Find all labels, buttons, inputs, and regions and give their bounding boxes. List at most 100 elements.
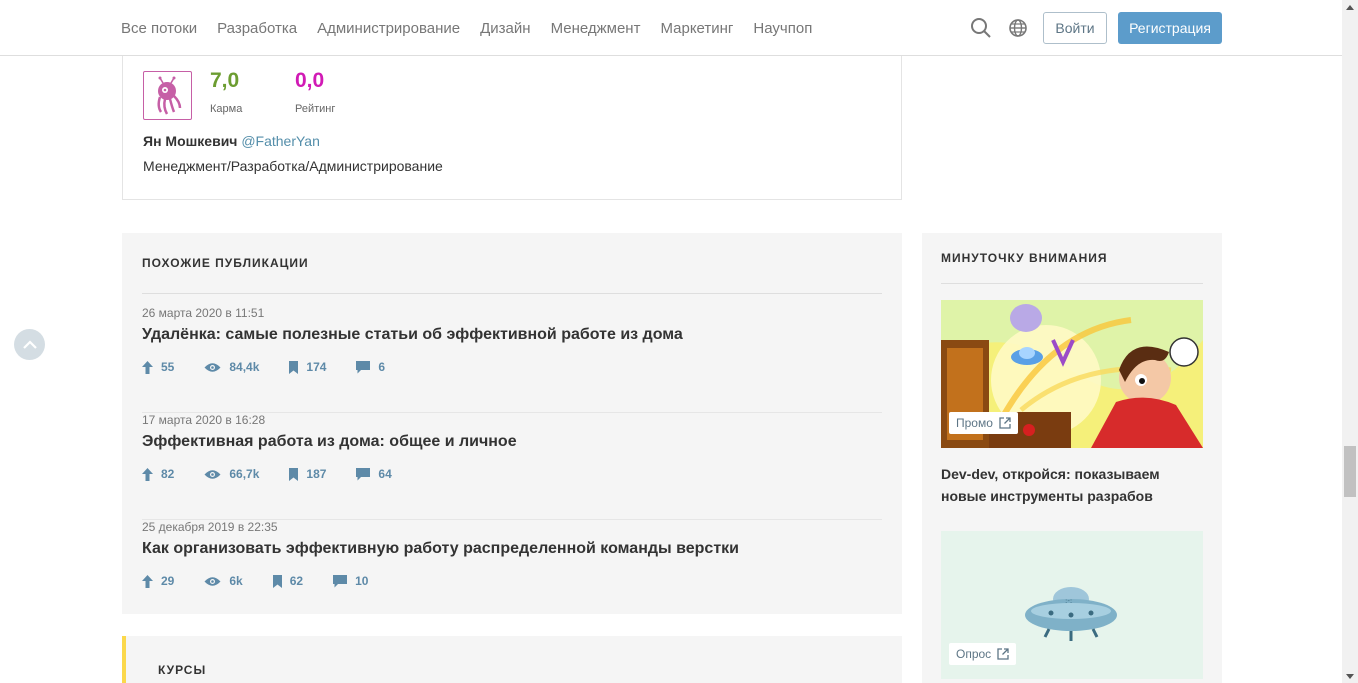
post-date: 26 марта 2020 в 11:51 bbox=[142, 306, 265, 320]
chevron-up-icon bbox=[22, 340, 37, 349]
list-item: 26 марта 2020 в 11:51 Удалёнка: самые по… bbox=[142, 306, 882, 413]
divider bbox=[941, 283, 1203, 284]
section-title: Курсы bbox=[158, 663, 207, 677]
arrow-up-icon bbox=[142, 360, 153, 374]
section-title: Похожие публикации bbox=[142, 256, 309, 270]
post-title[interactable]: Удалёнка: самые полезные статьи об эффек… bbox=[142, 326, 683, 344]
views-count: 84,4k bbox=[229, 360, 260, 374]
author-specialization: Менеджмент/Разработка/Администрирование bbox=[143, 158, 443, 174]
votes-count: 55 bbox=[161, 360, 175, 374]
karma-stat: 7,0 Карма bbox=[210, 69, 242, 115]
nav-link-development[interactable]: Разработка bbox=[217, 20, 297, 37]
votes-count: 29 bbox=[161, 574, 175, 588]
votes: 82 bbox=[142, 467, 174, 481]
bookmarks[interactable]: 174 bbox=[289, 360, 326, 374]
bookmark-icon bbox=[289, 467, 299, 481]
nav-link-popsci[interactable]: Научпоп bbox=[753, 20, 812, 37]
list-item: 17 марта 2020 в 16:28 Эффективная работа… bbox=[142, 413, 882, 520]
avatar[interactable] bbox=[143, 71, 192, 120]
comments[interactable]: 6 bbox=[356, 360, 385, 374]
nav-link-design[interactable]: Дизайн bbox=[480, 20, 530, 37]
globe-icon[interactable] bbox=[1007, 17, 1029, 39]
bookmarks-count: 187 bbox=[306, 467, 327, 481]
scroll-down-arrow[interactable] bbox=[1342, 669, 1358, 683]
sidebar-attention: Минуточку внимания bbox=[922, 233, 1222, 683]
top-navigation: Все потоки Разработка Администрирование … bbox=[0, 0, 1342, 56]
external-link-icon bbox=[997, 648, 1009, 660]
comments[interactable]: 64 bbox=[356, 467, 392, 481]
poll-badge[interactable]: Опрос bbox=[949, 643, 1017, 665]
nav-link-all[interactable]: Все потоки bbox=[121, 20, 197, 37]
author-card: 7,0 Карма 0,0 Рейтинг Ян Мошкевич @Fathe… bbox=[122, 56, 902, 200]
section-title: Минуточку внимания bbox=[941, 251, 1108, 265]
courses-section: Курсы bbox=[122, 636, 902, 683]
similar-publications: Похожие публикации 26 марта 2020 в 11:51… bbox=[122, 233, 902, 614]
scroll-up-arrow[interactable] bbox=[1342, 0, 1358, 14]
views-count: 6k bbox=[229, 574, 243, 588]
post-title[interactable]: Как организовать эффективную работу расп… bbox=[142, 540, 739, 558]
scrollbar[interactable] bbox=[1342, 0, 1358, 683]
page: Все потоки Разработка Администрирование … bbox=[0, 0, 1358, 683]
nav-link-management[interactable]: Менеджмент bbox=[551, 20, 641, 37]
list-item: 25 декабря 2019 в 22:35 Как организовать… bbox=[142, 520, 882, 627]
promo-badge[interactable]: Промо bbox=[949, 412, 1018, 434]
nav-link-marketing[interactable]: Маркетинг bbox=[660, 20, 733, 37]
promo-title[interactable]: Dev-dev, откройся: показываем новые инст… bbox=[941, 463, 1203, 507]
rating-label: Рейтинг bbox=[295, 103, 336, 115]
poll-badge-label: Опрос bbox=[956, 647, 992, 661]
register-button[interactable]: Регистрация bbox=[1118, 12, 1222, 44]
votes-count: 82 bbox=[161, 467, 175, 481]
login-button[interactable]: Войти bbox=[1043, 12, 1107, 44]
post-date: 17 марта 2020 в 16:28 bbox=[142, 413, 266, 427]
karma-value: 7,0 bbox=[210, 69, 240, 92]
author-name[interactable]: Ян Мошкевич bbox=[143, 133, 237, 149]
votes: 29 bbox=[142, 574, 174, 588]
bookmarks[interactable]: 187 bbox=[289, 467, 326, 481]
comments-count: 10 bbox=[355, 574, 369, 588]
post-meta: 55 84,4k 174 6 bbox=[142, 360, 415, 374]
eye-icon bbox=[204, 469, 221, 479]
eye-icon bbox=[204, 576, 221, 586]
arrow-up-icon bbox=[142, 574, 153, 588]
comments-count: 6 bbox=[378, 360, 386, 374]
scroll-to-top-button[interactable] bbox=[14, 329, 45, 360]
author-name-line: Ян Мошкевич @FatherYan bbox=[143, 133, 320, 149]
triangle-up-icon bbox=[1346, 4, 1354, 10]
comment-icon bbox=[333, 574, 348, 587]
comment-icon bbox=[356, 360, 371, 373]
bookmarks[interactable]: 62 bbox=[272, 574, 304, 588]
views: 6k bbox=[204, 574, 243, 588]
promo-image[interactable]: Промо bbox=[941, 300, 1203, 448]
karma-label: Карма bbox=[210, 103, 243, 115]
triangle-down-icon bbox=[1346, 673, 1354, 679]
poll-image[interactable]: :-: Опрос bbox=[941, 531, 1203, 679]
octopus-avatar-icon bbox=[156, 76, 181, 115]
post-meta: 82 66,7k 187 64 bbox=[142, 467, 422, 481]
bookmark-icon bbox=[272, 574, 282, 588]
svg-text::-:: :-: bbox=[1065, 597, 1072, 605]
post-title[interactable]: Эффективная работа из дома: общее и личн… bbox=[142, 433, 517, 451]
comments[interactable]: 10 bbox=[333, 574, 368, 588]
eye-icon bbox=[204, 362, 221, 372]
nav-link-administration[interactable]: Администрирование bbox=[317, 20, 460, 37]
nav-links: Все потоки Разработка Администрирование … bbox=[121, 0, 832, 56]
rating-value: 0,0 bbox=[295, 69, 325, 92]
scrollbar-thumb[interactable] bbox=[1344, 446, 1356, 497]
post-meta: 29 6k 62 10 bbox=[142, 574, 398, 588]
views: 66,7k bbox=[204, 467, 259, 481]
votes: 55 bbox=[142, 360, 174, 374]
views-count: 66,7k bbox=[229, 467, 260, 481]
bookmarks-count: 174 bbox=[306, 360, 327, 374]
promo-badge-label: Промо bbox=[956, 416, 993, 430]
search-icon[interactable] bbox=[970, 17, 992, 39]
comment-icon bbox=[356, 467, 371, 480]
comments-count: 64 bbox=[378, 467, 392, 481]
bookmarks-count: 62 bbox=[289, 574, 304, 588]
external-link-icon bbox=[999, 417, 1011, 429]
arrow-up-icon bbox=[142, 467, 153, 481]
author-nick[interactable]: @FatherYan bbox=[241, 133, 320, 149]
bookmark-icon bbox=[289, 360, 299, 374]
rating-stat: 0,0 Рейтинг bbox=[295, 69, 335, 115]
views: 84,4k bbox=[204, 360, 259, 374]
divider bbox=[142, 293, 882, 294]
